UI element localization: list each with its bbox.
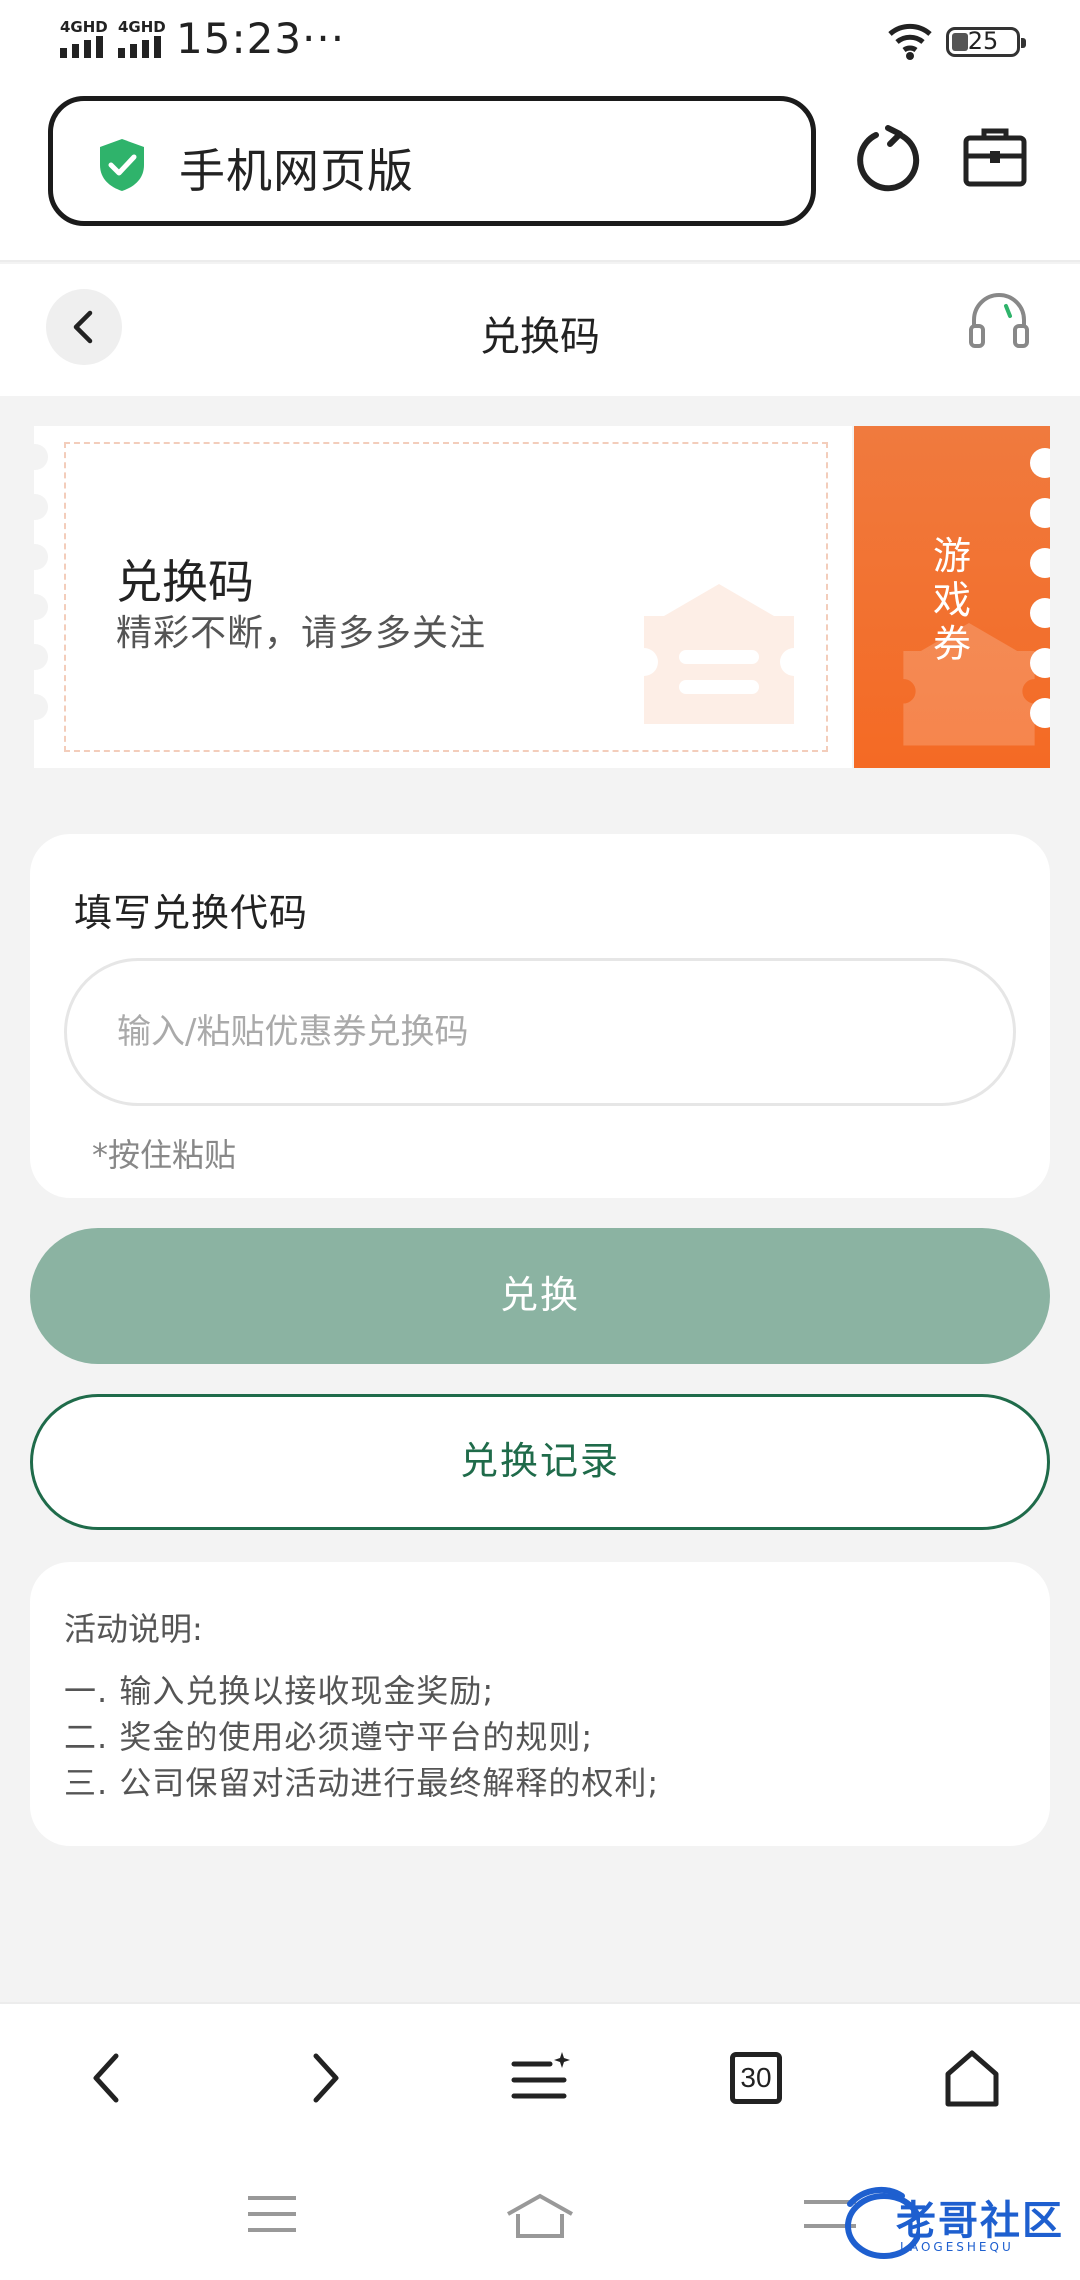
redeem-history-button[interactable]: 兑换记录 [30,1394,1050,1530]
coupon-title: 兑换码 [116,555,254,609]
coupon-subtitle: 精彩不断，请多多关注 [116,613,487,654]
address-bar[interactable]: 手机网页版 [48,96,816,226]
rule-item: 一. 输入兑换以接收现金奖励; [64,1672,495,1710]
reload-icon[interactable] [852,124,924,196]
redeem-code-field [64,958,1016,1106]
redeem-code-input[interactable] [67,961,1013,1103]
browser-back-icon[interactable] [86,2048,126,2108]
home-icon[interactable] [942,2048,1002,2110]
ticket-watermark-icon [644,584,794,724]
logo-text: 老哥社区 [896,2198,1064,2244]
redeem-code-card: 填写兑换代码 *按住粘贴 [30,834,1050,1198]
recent-apps-icon[interactable] [244,2192,300,2236]
signal-indicator-2: 4GHD [118,18,166,58]
coupon-stub-char: 戏 [932,578,971,622]
rules-title: 活动说明: [64,1610,203,1648]
coupon-stub-label: 游 戏 券 [930,534,974,666]
logo-subtext: LAOGESHEQU [900,2240,1014,2254]
page-title: 兑换码 [480,314,600,360]
headset-icon[interactable] [968,292,1030,352]
toolbox-icon[interactable] [962,126,1028,190]
page-header: 兑换码 [0,264,1080,396]
browser-toolbar: 手机网页版 [0,86,1080,262]
wifi-icon [888,23,932,60]
coupon-card: 兑换码 精彩不断，请多多关注 [22,426,852,768]
browser-bottom-nav: 30 [0,2002,1080,2152]
tabs-button[interactable]: 30 [730,2052,782,2104]
shield-check-icon [100,139,144,191]
system-home-icon[interactable] [504,2192,576,2240]
redeem-code-label: 填写兑换代码 [74,891,309,935]
signal-label-1: 4GHD [60,18,108,36]
site-watermark-logo: 老哥社区 LAOGESHEQU [840,2178,1070,2270]
paste-hint: *按住粘贴 [92,1136,237,1174]
redeem-button[interactable]: 兑换 [30,1228,1050,1364]
activity-rules-card: 活动说明: 一. 输入兑换以接收现金奖励; 二. 奖金的使用必须遵守平台的规则;… [30,1562,1050,1846]
coupon-stub-char: 券 [932,622,971,666]
battery-icon: 25 [946,27,1026,57]
signal-indicator-1: 4GHD [60,18,108,58]
status-bar: 4GHD 4GHD 15:23··· 25 [0,0,1080,86]
clock: 15:23··· [176,14,345,63]
rule-item: 二. 奖金的使用必须遵守平台的规则; [64,1718,594,1756]
address-text: 手机网页版 [179,144,414,198]
signal-label-2: 4GHD [118,18,166,36]
browser-forward-icon[interactable] [306,2048,346,2108]
coupon-stub-char: 游 [932,534,971,578]
status-more: ··· [302,14,346,63]
menu-icon[interactable] [510,2048,572,2108]
coupon-stub: 游 戏 券 [854,426,1050,768]
clock-time: 15:23 [176,14,303,63]
rule-item: 三. 公司保留对活动进行最终解释的权利; [64,1764,660,1802]
battery-level: 25 [967,27,999,55]
